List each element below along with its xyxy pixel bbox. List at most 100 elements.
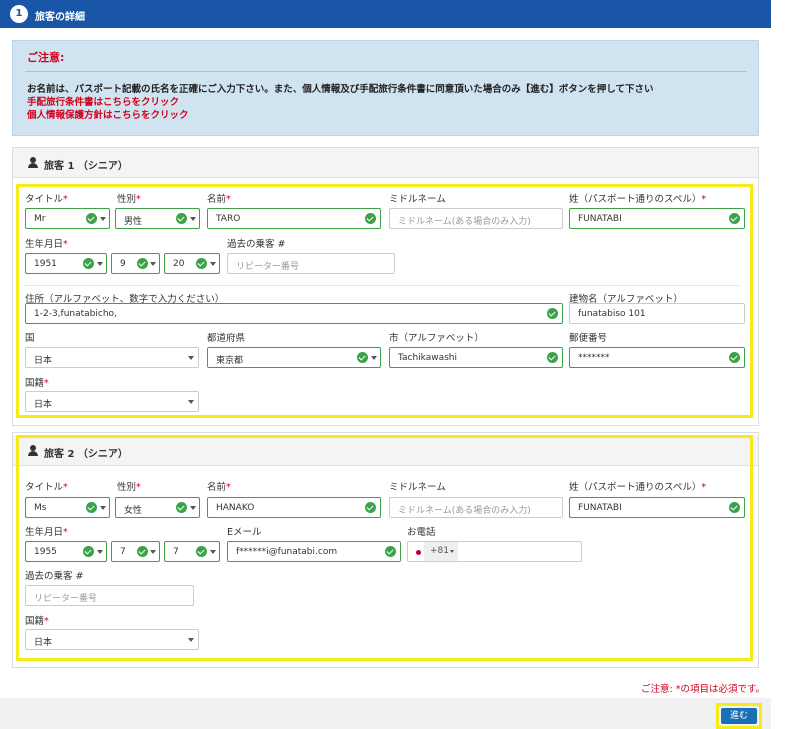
nationality-select[interactable]: 日本 [25, 629, 199, 650]
nationality-label: 国籍* [25, 616, 49, 627]
gender-label: 性別* [117, 194, 141, 205]
past-passenger-label: 過去の乗客 # [227, 239, 286, 250]
step-number: 1 [10, 5, 28, 23]
chevron-down-icon [450, 550, 454, 553]
valid-check-icon [729, 352, 740, 363]
email-input[interactable]: f******i@funatabi.com [227, 541, 401, 562]
chevron-down-icon [210, 550, 216, 554]
next-button[interactable]: 進む [721, 708, 757, 724]
first-name-input[interactable]: HANAKO [207, 497, 381, 518]
valid-check-icon [86, 502, 97, 513]
postal-code-input[interactable]: ******* [569, 347, 745, 368]
notice-box: ご注意: お名前は、パスポート記載の氏名を正確にご入力下さい。また、個人情報及び… [12, 40, 759, 136]
valid-check-icon [547, 308, 558, 319]
person-icon [28, 157, 38, 168]
gender-select[interactable]: 女性 [115, 497, 200, 518]
chevron-down-icon [210, 262, 216, 266]
nationality-select[interactable]: 日本 [25, 391, 199, 412]
notice-text: お名前は、パスポート記載の氏名を正確にご入力下さい。また、個人情報及び手配旅行条… [27, 84, 654, 95]
country-code-select[interactable]: +81 [424, 542, 458, 561]
city-input[interactable]: Tachikawashi [389, 347, 563, 368]
middle-name-input[interactable]: ミドルネーム(ある場合のみ入力) [389, 497, 563, 518]
title-label: タイトル* [25, 194, 68, 205]
chevron-down-icon [97, 262, 103, 266]
section-title: 旅客の詳細 [35, 12, 85, 23]
country-label: 国 [25, 333, 35, 344]
first-name-input[interactable]: TARO [207, 208, 381, 229]
valid-check-icon [137, 546, 148, 557]
phone-input[interactable]: +81 [407, 541, 582, 562]
chevron-down-icon [150, 550, 156, 554]
required-fields-note: ご注意: *の項目は必須です。 [641, 684, 766, 695]
birth-date-label: 生年月日* [25, 527, 68, 538]
last-name-label: 姓（パスポート通りのスペル）* [569, 194, 707, 205]
passenger-1-header: 旅客 1 （シニア） [13, 148, 758, 178]
phone-label: お電話 [407, 527, 436, 538]
city-label: 市（アルファベット） [389, 333, 484, 344]
repeater-number-input[interactable]: リピーター番号 [227, 253, 395, 274]
chevron-down-icon [150, 262, 156, 266]
footer-bar [0, 698, 771, 729]
birth-month-select[interactable]: 9 [111, 253, 160, 274]
privacy-link[interactable]: 個人情報保護方針はこちらをクリック [27, 107, 189, 121]
chevron-down-icon [188, 356, 194, 360]
chevron-down-icon [97, 550, 103, 554]
valid-check-icon [365, 502, 376, 513]
birth-day-select[interactable]: 7 [164, 541, 220, 562]
middle-name-label: ミドルネーム [389, 482, 446, 493]
valid-check-icon [176, 213, 187, 224]
last-name-input[interactable]: FUNATABI [569, 208, 745, 229]
valid-check-icon [196, 258, 207, 269]
repeater-number-input[interactable]: リピーター番号 [25, 585, 194, 606]
birth-day-select[interactable]: 20 [164, 253, 220, 274]
prefecture-select[interactable]: 東京都 [207, 347, 381, 368]
chevron-down-icon [100, 217, 106, 221]
valid-check-icon [176, 502, 187, 513]
divider [24, 285, 739, 286]
birth-month-select[interactable]: 7 [111, 541, 160, 562]
middle-name-label: ミドルネーム [389, 194, 446, 205]
nationality-label: 国籍* [25, 378, 49, 389]
next-button-highlight: 進む [716, 703, 762, 729]
gender-label: 性別* [117, 482, 141, 493]
middle-name-input[interactable]: ミドルネーム(ある場合のみ入力) [389, 208, 563, 229]
terms-link[interactable]: 手配旅行条件書はこちらをクリック [27, 94, 179, 108]
section-header: 1 旅客の詳細 [0, 0, 771, 28]
birth-year-select[interactable]: 1951 [25, 253, 107, 274]
first-name-label: 名前* [207, 194, 231, 205]
past-passenger-label: 過去の乗客 # [25, 571, 84, 582]
valid-check-icon [83, 258, 94, 269]
birth-year-select[interactable]: 1955 [25, 541, 107, 562]
valid-check-icon [729, 213, 740, 224]
valid-check-icon [196, 546, 207, 557]
title-select[interactable]: Mr [25, 208, 110, 229]
passenger-1-heading: 旅客 1 （シニア） [44, 161, 128, 172]
japan-flag-icon [416, 550, 421, 555]
last-name-label: 姓（パスポート通りのスペル）* [569, 482, 707, 493]
title-label: タイトル* [25, 482, 68, 493]
valid-check-icon [729, 502, 740, 513]
valid-check-icon [86, 213, 97, 224]
valid-check-icon [385, 546, 396, 557]
country-select[interactable]: 日本 [25, 347, 199, 368]
prefecture-label: 都道府県 [207, 333, 246, 344]
first-name-label: 名前* [207, 482, 231, 493]
email-label: Eメール [227, 527, 262, 538]
birth-date-label: 生年月日* [25, 239, 68, 250]
valid-check-icon [83, 546, 94, 557]
title-select[interactable]: Ms [25, 497, 110, 518]
postal-code-label: 郵便番号 [569, 333, 608, 344]
valid-check-icon [137, 258, 148, 269]
address-input[interactable]: 1-2-3,funatabicho, [25, 303, 563, 324]
chevron-down-icon [188, 400, 194, 404]
valid-check-icon [365, 213, 376, 224]
chevron-down-icon [190, 506, 196, 510]
gender-select[interactable]: 男性 [115, 208, 200, 229]
notice-title: ご注意: [27, 51, 65, 64]
chevron-down-icon [188, 638, 194, 642]
chevron-down-icon [100, 506, 106, 510]
notice-divider [25, 71, 747, 72]
building-input[interactable]: funatabiso 101 [569, 303, 745, 324]
last-name-input[interactable]: FUNATABI [569, 497, 745, 518]
valid-check-icon [357, 352, 368, 363]
